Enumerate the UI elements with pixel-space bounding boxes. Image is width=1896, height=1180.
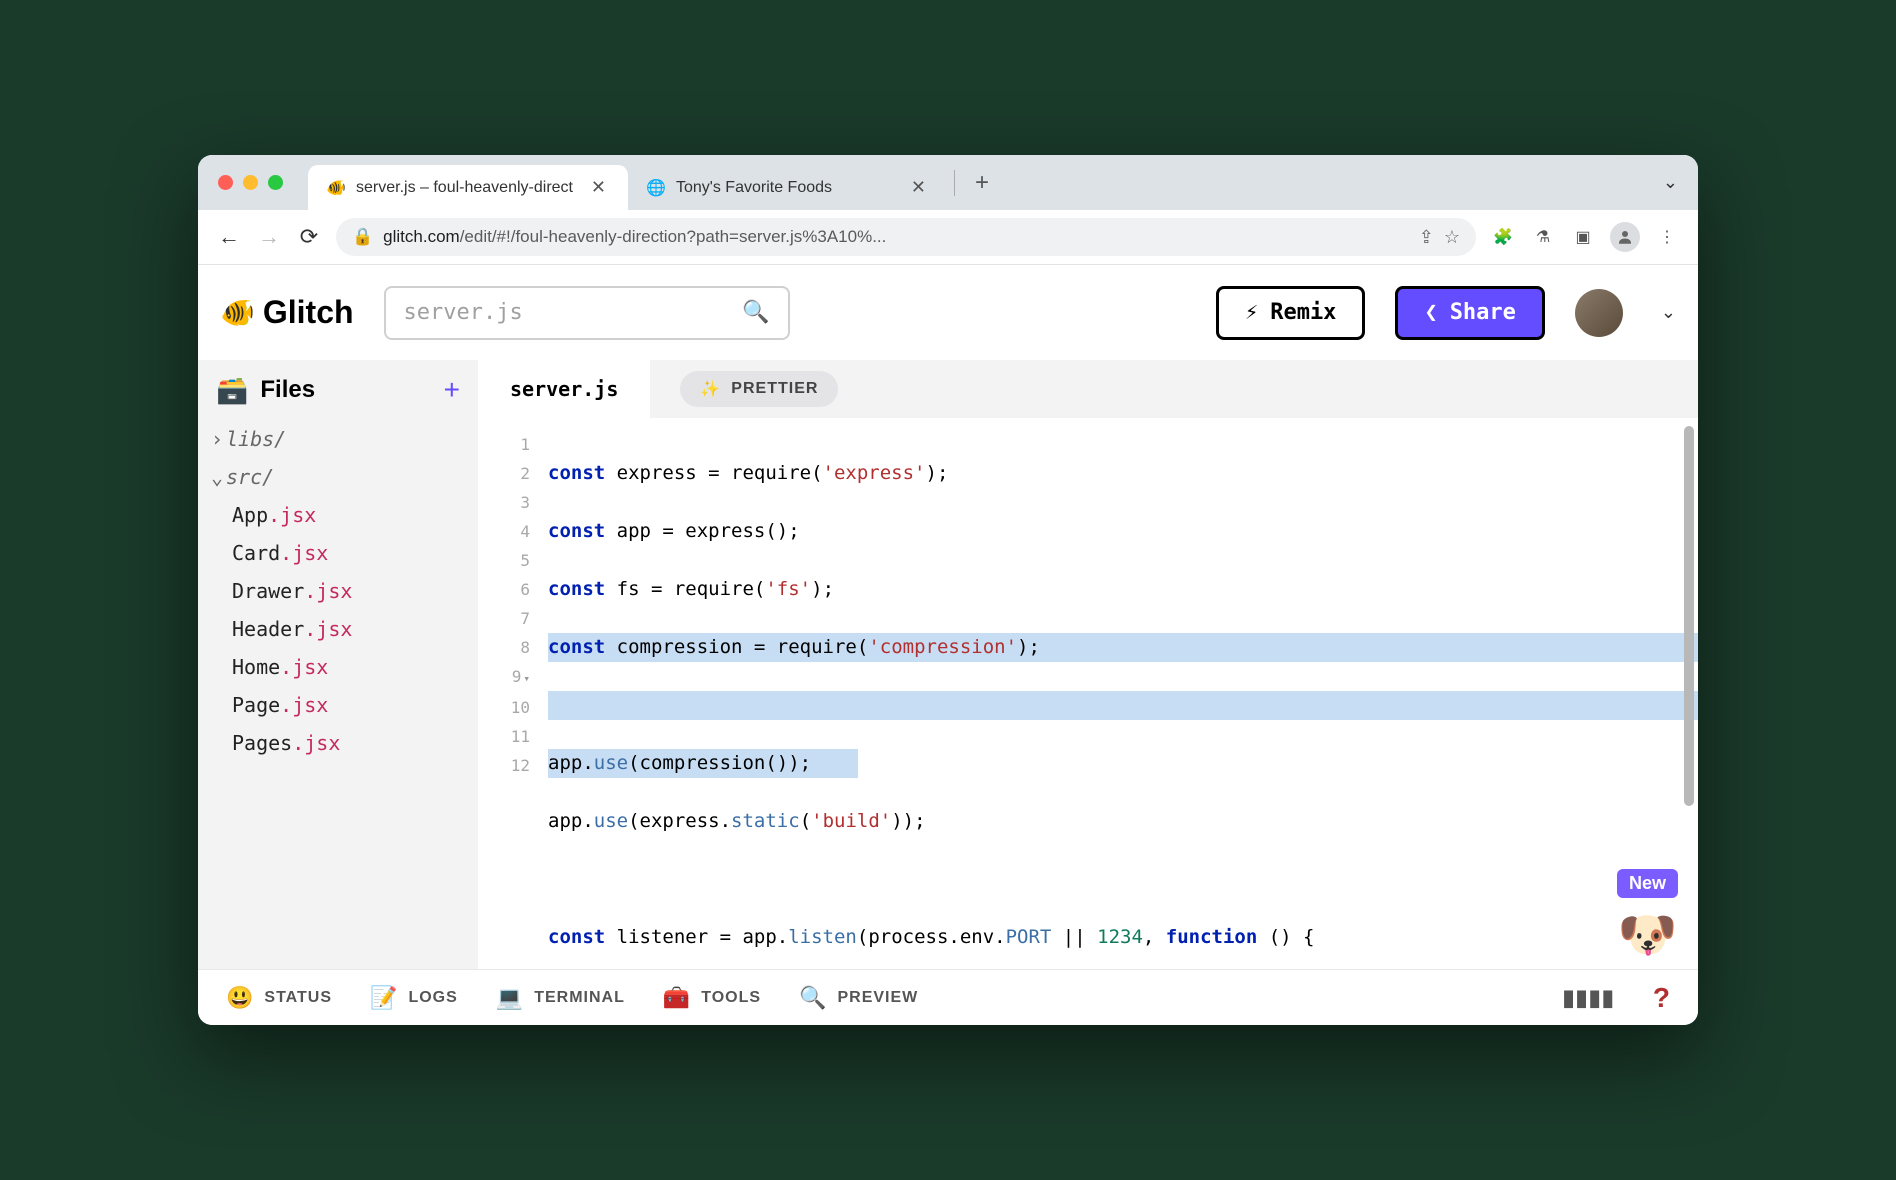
window-close-button[interactable] <box>218 175 233 190</box>
magnifier-icon: 🔍 <box>799 985 827 1011</box>
share-label: Share <box>1450 300 1516 325</box>
face-icon: 😃 <box>226 985 254 1011</box>
add-file-button[interactable]: + <box>444 374 460 406</box>
nav-reload-button[interactable]: ⟳ <box>296 224 322 250</box>
tab-overflow-button[interactable]: ⌄ <box>1663 172 1678 193</box>
dog-icon: 🐶 <box>1618 906 1678 963</box>
search-icon: 🔍 <box>742 300 769 325</box>
help-button[interactable]: ? <box>1653 982 1670 1014</box>
glitch-mascot[interactable]: New 🐶 <box>1617 869 1678 963</box>
notepad-icon: 📝 <box>370 985 398 1011</box>
search-placeholder: server.js <box>404 300 523 325</box>
glitch-logo[interactable]: 🐠 Glitch <box>220 294 354 331</box>
preview-button[interactable]: 🔍PREVIEW <box>799 985 918 1011</box>
window-controls <box>218 175 283 190</box>
file-sidebar: 🗃️ Files + ›libs/ ⌄src/ App.jsx Card.jsx… <box>198 360 478 969</box>
file-item[interactable]: Drawer.jsx <box>208 572 468 610</box>
scrollbar[interactable] <box>1684 426 1694 806</box>
bookmark-star-icon[interactable]: ☆ <box>1444 227 1460 248</box>
share-button[interactable]: ❮ Share <box>1395 286 1544 340</box>
line-gutter: 1 2 3 4 5 6 7 8 9 10 11 12 <box>478 418 538 969</box>
folder-src[interactable]: ⌄src/ <box>208 458 468 496</box>
file-item[interactable]: Pages.jsx <box>208 724 468 762</box>
barcode-button[interactable]: ▮▮▮▮ <box>1562 985 1614 1011</box>
share-icon: ❮ <box>1424 300 1437 325</box>
tab-separator <box>954 170 955 196</box>
tab-favicon-icon: 🌐 <box>646 178 666 198</box>
file-item[interactable]: Header.jsx <box>208 610 468 648</box>
files-header: 🗃️ Files + <box>198 360 478 420</box>
chevron-right-icon: › <box>208 420 226 458</box>
folder-libs[interactable]: ›libs/ <box>208 420 468 458</box>
file-item[interactable]: Home.jsx <box>208 648 468 686</box>
code-lines[interactable]: const express = require('express'); cons… <box>538 418 1698 969</box>
nav-forward-button[interactable]: → <box>256 224 282 250</box>
laptop-icon: 💻 <box>496 985 524 1011</box>
active-file-tab[interactable]: server.js <box>478 360 650 418</box>
glitch-brand-text: Glitch <box>263 294 354 331</box>
user-avatar[interactable] <box>1575 289 1623 337</box>
browser-tab-active[interactable]: 🐠 server.js – foul-heavenly-direct ✕ <box>308 165 628 210</box>
labs-icon[interactable]: ⚗ <box>1530 224 1556 250</box>
new-tab-button[interactable]: + <box>961 169 1003 197</box>
mascot-new-badge: New <box>1617 869 1678 898</box>
file-item[interactable]: App.jsx <box>208 496 468 534</box>
files-box-icon: 🗃️ <box>216 375 248 406</box>
tab-close-icon[interactable]: ✕ <box>907 177 930 198</box>
kebab-menu-icon[interactable]: ⋮ <box>1654 224 1680 250</box>
window-zoom-button[interactable] <box>268 175 283 190</box>
chevron-down-icon: ⌄ <box>208 458 226 496</box>
file-item[interactable]: Card.jsx <box>208 534 468 572</box>
share-page-icon[interactable]: ⇪ <box>1419 227 1434 248</box>
lock-icon: 🔒 <box>352 227 373 247</box>
file-item[interactable]: Page.jsx <box>208 686 468 724</box>
tab-title: Tony's Favorite Foods <box>676 179 897 197</box>
address-bar[interactable]: 🔒 glitch.com/edit/#!/foul-heavenly-direc… <box>336 218 1476 256</box>
remix-button[interactable]: ⚡ Remix <box>1216 286 1365 340</box>
logs-button[interactable]: 📝LOGS <box>370 985 458 1011</box>
file-tab-row: server.js ✨ PRETTIER <box>478 360 1698 418</box>
terminal-button[interactable]: 💻TERMINAL <box>496 985 625 1011</box>
url-text: glitch.com/edit/#!/foul-heavenly-directi… <box>383 227 1409 247</box>
tab-favicon-icon: 🐠 <box>326 178 346 198</box>
active-file-name: server.js <box>510 377 618 401</box>
window-minimize-button[interactable] <box>243 175 258 190</box>
extensions-icon[interactable]: 🧩 <box>1490 224 1516 250</box>
code-pane: server.js ✨ PRETTIER 1 2 3 4 5 6 7 8 9 <box>478 360 1698 969</box>
browser-tab-bar: 🐠 server.js – foul-heavenly-direct ✕ 🌐 T… <box>198 155 1698 210</box>
user-menu-chevron-icon[interactable]: ⌄ <box>1661 302 1676 323</box>
glitch-logo-icon: 🐠 <box>220 296 255 329</box>
code-editor[interactable]: 1 2 3 4 5 6 7 8 9 10 11 12 const express… <box>478 418 1698 969</box>
tools-button[interactable]: 🧰TOOLS <box>663 985 761 1011</box>
browser-toolbar: ← → ⟳ 🔒 glitch.com/edit/#!/foul-heavenly… <box>198 210 1698 265</box>
prettier-button[interactable]: ✨ PRETTIER <box>680 371 838 407</box>
file-tree: ›libs/ ⌄src/ App.jsx Card.jsx Drawer.jsx… <box>198 420 478 762</box>
glitch-header: 🐠 Glitch server.js 🔍 ⚡ Remix ❮ Share ⌄ <box>198 265 1698 360</box>
browser-window: 🐠 server.js – foul-heavenly-direct ✕ 🌐 T… <box>198 155 1698 1025</box>
lightning-icon: ⚡ <box>1245 300 1258 325</box>
files-header-label: Files <box>260 376 315 404</box>
sparkle-icon: ✨ <box>700 379 721 399</box>
toolbox-icon: 🧰 <box>663 985 691 1011</box>
remix-label: Remix <box>1270 300 1336 325</box>
barcode-icon: ▮▮▮▮ <box>1562 985 1614 1011</box>
tab-close-icon[interactable]: ✕ <box>587 177 610 198</box>
project-search-input[interactable]: server.js 🔍 <box>384 286 790 340</box>
prettier-label: PRETTIER <box>731 380 818 398</box>
nav-back-button[interactable]: ← <box>216 224 242 250</box>
status-button[interactable]: 😃STATUS <box>226 985 332 1011</box>
sidepanel-icon[interactable]: ▣ <box>1570 224 1596 250</box>
browser-tab[interactable]: 🌐 Tony's Favorite Foods ✕ <box>628 165 948 210</box>
profile-avatar-icon[interactable] <box>1610 222 1640 252</box>
editor-body: 🗃️ Files + ›libs/ ⌄src/ App.jsx Card.jsx… <box>198 360 1698 969</box>
tab-title: server.js – foul-heavenly-direct <box>356 179 577 197</box>
bottom-toolbar: 😃STATUS 📝LOGS 💻TERMINAL 🧰TOOLS 🔍PREVIEW … <box>198 969 1698 1025</box>
